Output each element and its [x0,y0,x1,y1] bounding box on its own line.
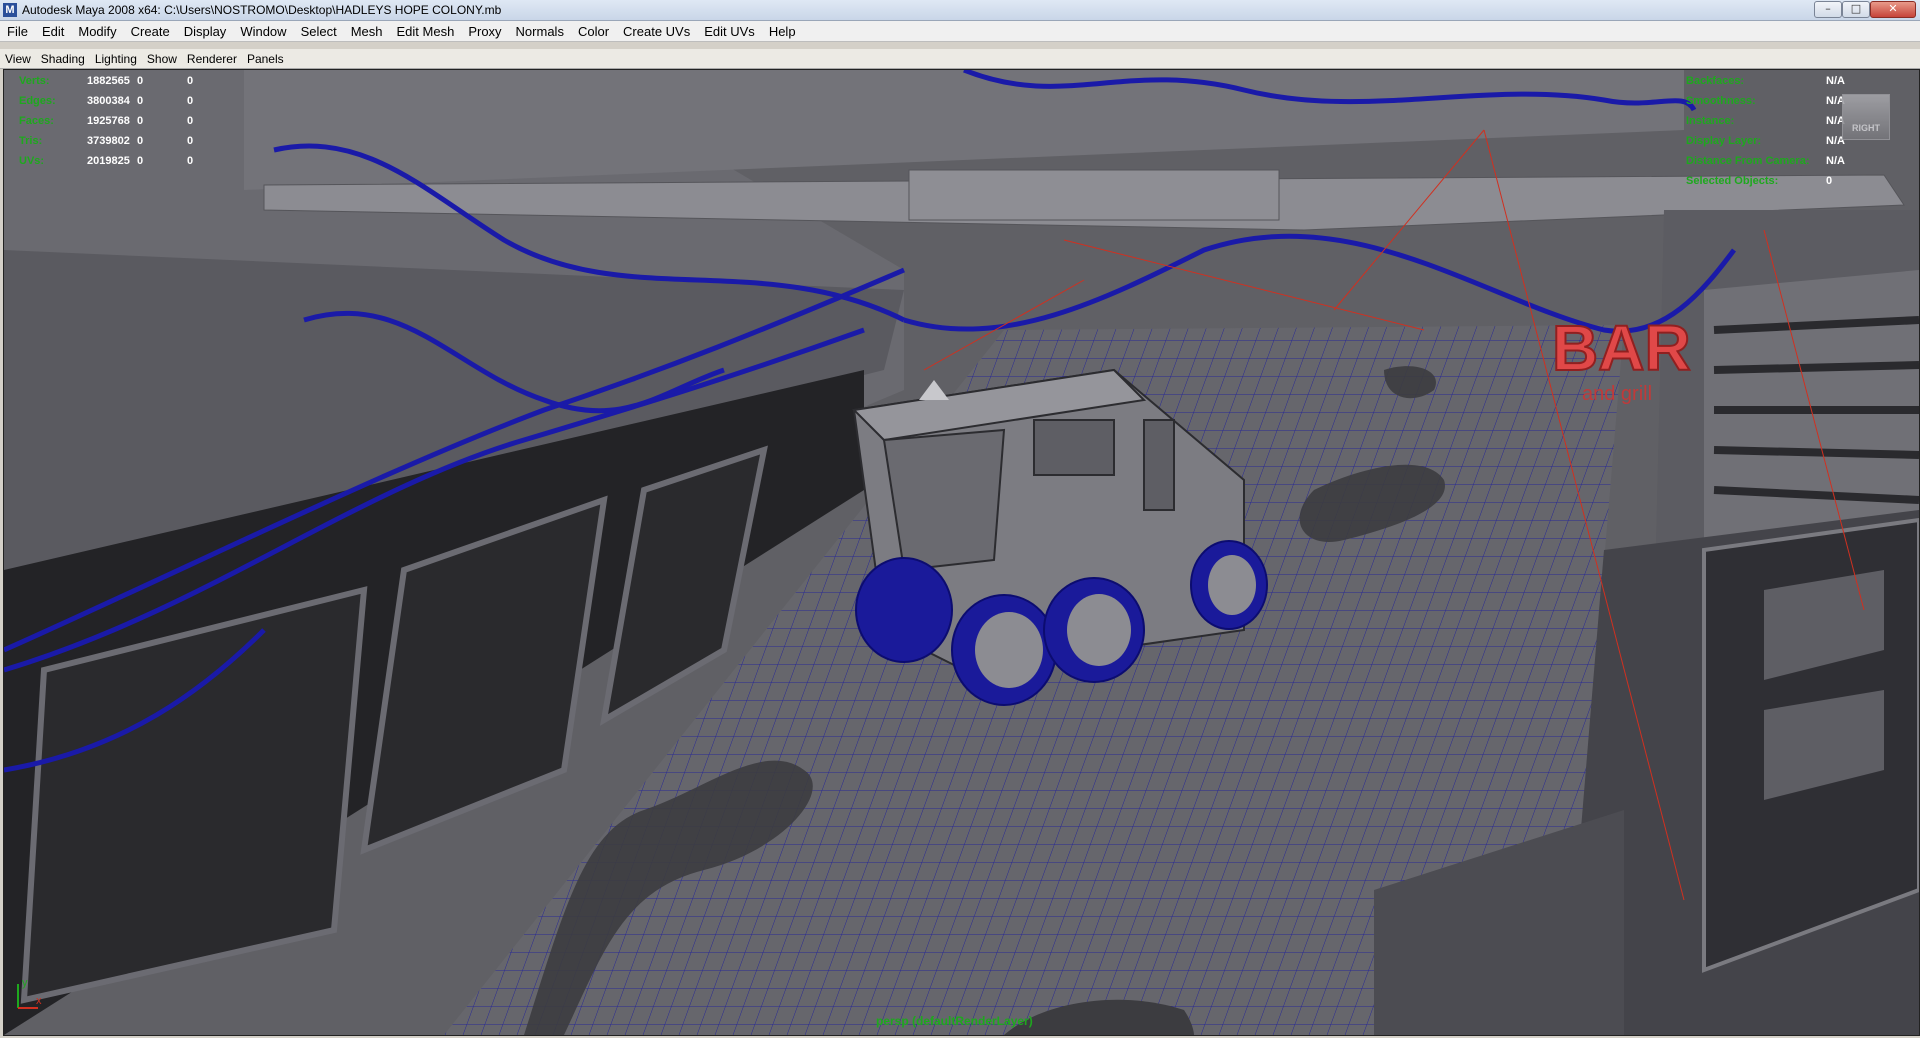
hud-row-backfaces: Backfaces: N/A [1686,75,1845,87]
hud-row-edges: Edges: 3800384 0 0 [19,95,194,107]
window-title: Autodesk Maya 2008 x64: C:\Users\NOSTROM… [22,3,502,17]
hud-row-tris: Tris: 3739802 0 0 [19,135,194,147]
axis-y-label: y [22,977,28,989]
maximize-button[interactable]: □ [1842,1,1870,18]
panel-menu-view[interactable]: View [0,52,36,66]
menu-mesh[interactable]: Mesh [344,24,390,39]
menu-file[interactable]: File [0,24,35,39]
menu-display[interactable]: Display [177,24,234,39]
scene-render: BAR and grill [4,70,1919,1035]
maya-app-icon[interactable]: M [3,3,17,17]
hud-row-uvs: UVs: 2019825 0 0 [19,155,194,167]
bar-sign-subtext: and grill [1582,383,1652,405]
hud-row-verts: Verts: 1882565 0 0 [19,75,194,87]
panel-menu-lighting[interactable]: Lighting [90,52,142,66]
hud-row-smoothness: Smoothness: N/A [1686,95,1845,107]
panel-menubar: View Shading Lighting Show Renderer Pane… [0,49,1920,69]
panel-menu-shading[interactable]: Shading [36,52,90,66]
close-button[interactable]: ✕ [1870,1,1916,18]
menu-proxy[interactable]: Proxy [461,24,508,39]
menu-help[interactable]: Help [762,24,803,39]
bar-sign-text: BAR [1552,312,1691,384]
hud-row-selected-objects: Selected Objects: 0 [1686,175,1833,187]
view-cube[interactable]: RIGHT [1842,94,1890,140]
camera-render-layer-label: persp (defaultRenderLayer) [876,1014,1033,1028]
panel-menu-show[interactable]: Show [142,52,182,66]
menu-create[interactable]: Create [124,24,177,39]
object-details-hud: Backfaces: N/A Smoothness: N/A Instance: N/… [1686,71,1845,191]
axis-x-label: x [36,995,42,1007]
menu-normals[interactable]: Normals [509,24,571,39]
hud-row-display-layer: Display Layer: N/A [1686,135,1845,147]
minimize-button[interactable]: – [1814,1,1842,18]
hud-row-instance: Instance: N/A [1686,115,1845,127]
menu-color[interactable]: Color [571,24,616,39]
poly-count-hud: Verts: 1882565 0 0 Edges: 3800384 0 0 Fa… [19,71,207,171]
menu-edit-uvs[interactable]: Edit UVs [697,24,762,39]
menu-modify[interactable]: Modify [71,24,123,39]
main-menubar: File Edit Modify Create Display Window S… [0,21,1920,42]
title-bar: M Autodesk Maya 2008 x64: C:\Users\NOSTR… [0,0,1920,21]
menu-edit[interactable]: Edit [35,24,71,39]
perspective-viewport[interactable]: BAR and grill Verts: 1882565 0 0 Edges: … [3,69,1920,1036]
menu-window[interactable]: Window [233,24,293,39]
menu-select[interactable]: Select [294,24,344,39]
panel-menu-renderer[interactable]: Renderer [182,52,242,66]
hud-row-distance: Distance From Camera: N/A [1686,155,1845,167]
menu-edit-mesh[interactable]: Edit Mesh [390,24,462,39]
panel-menu-panels[interactable]: Panels [242,52,289,66]
hud-row-faces: Faces: 1925768 0 0 [19,115,194,127]
axis-gizmo-icon: y x [17,977,42,1009]
menu-create-uvs[interactable]: Create UVs [616,24,697,39]
